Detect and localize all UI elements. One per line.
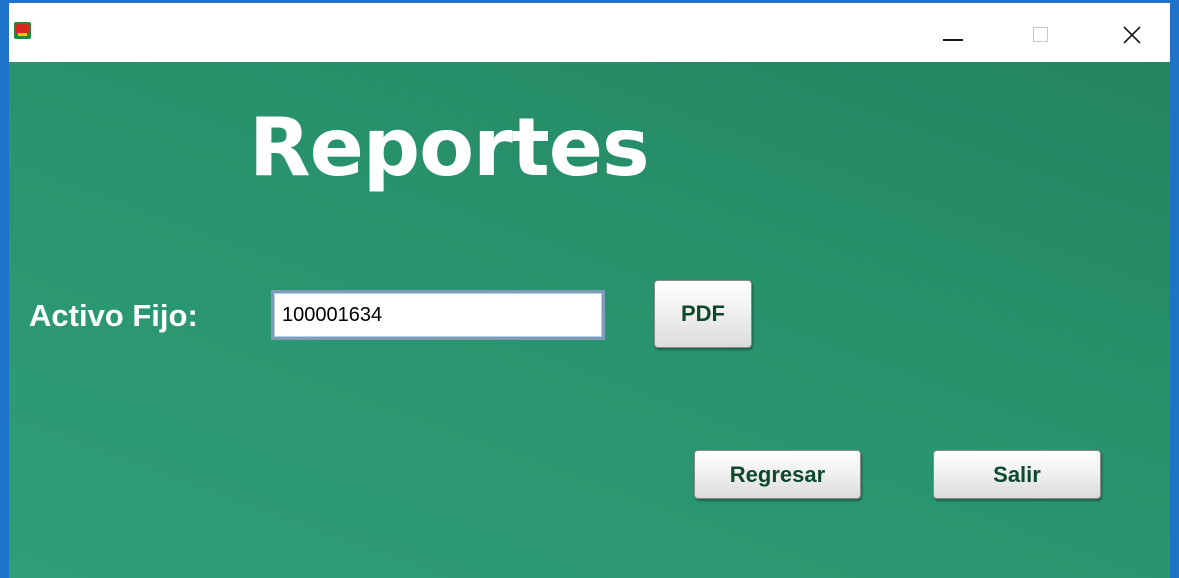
activo-fijo-label: Activo Fijo: (29, 298, 198, 333)
maximize-button[interactable] (1021, 15, 1067, 55)
app-window: Reportes Activo Fijo: PDF Regresar Salir (0, 0, 1179, 578)
pdf-button[interactable]: PDF (654, 280, 752, 348)
activo-fijo-input[interactable] (271, 290, 605, 340)
title-bar[interactable] (9, 3, 1170, 62)
report-panel: Reportes Activo Fijo: PDF Regresar Salir (9, 62, 1170, 578)
maximize-icon (1033, 27, 1048, 42)
salir-button[interactable]: Salir (933, 450, 1101, 499)
close-icon (1123, 26, 1141, 44)
page-title: Reportes (249, 101, 650, 194)
close-button[interactable] (1109, 15, 1155, 55)
regresar-button[interactable]: Regresar (694, 450, 861, 499)
minimize-button[interactable] (931, 15, 977, 55)
minimize-icon (943, 39, 963, 41)
app-logo-icon (14, 22, 31, 39)
